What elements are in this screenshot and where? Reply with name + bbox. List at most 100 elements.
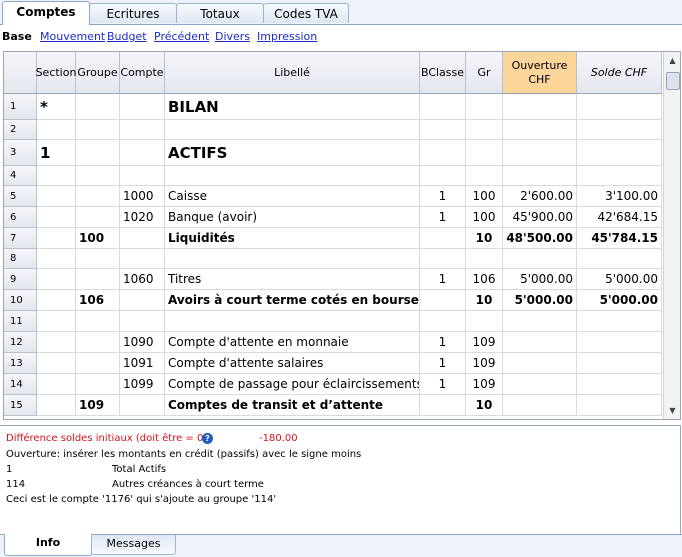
cell-libelle[interactable] [165,166,420,186]
cell-ouverture[interactable] [503,311,577,332]
view-precedent-link[interactable]: Précédent [154,26,209,48]
cell-groupe[interactable]: 100 [76,228,120,249]
column-header-gr[interactable]: Gr [466,52,503,94]
view-budget-link[interactable]: Budget [107,26,147,48]
cell-ouverture[interactable]: 5'000.00 [503,269,577,290]
cell-compte[interactable] [120,94,165,120]
cell-groupe[interactable]: 106 [76,290,120,311]
cell-ouverture[interactable]: 45'900.00 [503,207,577,228]
cell-gr[interactable] [466,94,503,120]
column-header-section[interactable]: Section [36,52,76,94]
cell-gr[interactable] [466,311,503,332]
cell-compte[interactable] [120,311,165,332]
cell-solde[interactable] [577,140,662,166]
cell-section[interactable] [37,353,76,374]
column-header-groupe[interactable]: Groupe [76,52,120,94]
cell-ouverture[interactable] [503,374,577,395]
cell-groupe[interactable] [76,166,120,186]
cell-bclasse[interactable] [420,140,466,166]
cell-compte[interactable] [120,290,165,311]
column-header-compte[interactable]: Compte [120,52,165,94]
column-header-ouverture[interactable]: Ouverture CHF [503,52,577,94]
tab-messages[interactable]: Messages [91,535,176,555]
cell-solde[interactable]: 42'684.15 [577,207,662,228]
cell-solde[interactable] [577,311,662,332]
cell-section[interactable] [37,228,76,249]
cell-compte[interactable] [120,140,165,166]
cell-gr[interactable] [466,140,503,166]
cell-groupe[interactable] [76,249,120,269]
cell-gr[interactable]: 100 [466,207,503,228]
cell-compte[interactable]: 1060 [120,269,165,290]
view-divers-link[interactable]: Divers [215,26,250,48]
cell-ouverture[interactable] [503,395,577,416]
cell-groupe[interactable] [76,94,120,120]
cell-ouverture[interactable] [503,94,577,120]
cell-ouverture[interactable] [503,353,577,374]
cell-section[interactable]: 1 [37,140,76,166]
cell-solde[interactable] [577,120,662,140]
cell-gr[interactable]: 10 [466,395,503,416]
cell-libelle[interactable] [165,120,420,140]
cell-ouverture[interactable] [503,249,577,269]
cell-section[interactable] [37,166,76,186]
cell-ouverture[interactable]: 5'000.00 [503,290,577,311]
cell-bclasse[interactable]: 1 [420,353,466,374]
cell-solde[interactable]: 45'784.15 [577,228,662,249]
cell-solde[interactable] [577,332,662,353]
cell-groupe[interactable] [76,311,120,332]
cell-compte[interactable] [120,120,165,140]
scroll-up-arrow-icon[interactable]: ▲ [664,52,680,69]
scroll-thumb[interactable] [666,72,680,90]
cell-section[interactable] [37,186,76,207]
cell-libelle[interactable]: Liquidités [165,228,420,249]
cell-compte[interactable]: 1020 [120,207,165,228]
tab-info[interactable]: Info [4,534,92,556]
cell-section[interactable] [37,207,76,228]
cell-solde[interactable]: 5'000.00 [577,290,662,311]
tab-ecritures[interactable]: Ecritures [89,3,177,23]
cell-groupe[interactable] [76,353,120,374]
cell-section[interactable] [37,269,76,290]
cell-groupe[interactable] [76,120,120,140]
cell-bclasse[interactable] [420,94,466,120]
cell-compte[interactable] [120,228,165,249]
cell-section[interactable] [37,332,76,353]
column-header-libelle[interactable]: Libellé [165,52,420,94]
cell-ouverture[interactable] [503,332,577,353]
cell-gr[interactable]: 10 [466,228,503,249]
cell-bclasse[interactable]: 1 [420,207,466,228]
cell-groupe[interactable]: 109 [76,395,120,416]
cell-solde[interactable] [577,353,662,374]
cell-compte[interactable]: 1099 [120,374,165,395]
cell-bclasse[interactable] [420,228,466,249]
cell-groupe[interactable] [76,269,120,290]
cell-solde[interactable] [577,395,662,416]
cell-libelle[interactable]: ACTIFS [165,140,420,166]
view-impression-link[interactable]: Impression [257,26,317,48]
cell-ouverture[interactable]: 48'500.00 [503,228,577,249]
cell-bclasse[interactable]: 1 [420,269,466,290]
cell-bclasse[interactable] [420,311,466,332]
cell-groupe[interactable] [76,332,120,353]
cell-bclasse[interactable] [420,249,466,269]
cell-bclasse[interactable] [420,166,466,186]
cell-section[interactable] [37,120,76,140]
cell-bclasse[interactable]: 1 [420,374,466,395]
cell-libelle[interactable]: Compte d'attente salaires [165,353,420,374]
cell-ouverture[interactable] [503,120,577,140]
cell-gr[interactable] [466,120,503,140]
cell-section[interactable] [37,311,76,332]
cell-bclasse[interactable] [420,290,466,311]
cell-groupe[interactable] [76,140,120,166]
cell-compte[interactable]: 1090 [120,332,165,353]
cell-bclasse[interactable] [420,120,466,140]
cell-libelle[interactable]: Banque (avoir) [165,207,420,228]
cell-libelle[interactable]: Compte de passage pour éclaircissements [165,374,420,395]
cell-gr[interactable]: 109 [466,353,503,374]
cell-compte[interactable] [120,166,165,186]
cell-section[interactable] [37,290,76,311]
cell-libelle[interactable]: Caisse [165,186,420,207]
cell-solde[interactable] [577,249,662,269]
tab-comptes[interactable]: Comptes [2,1,90,25]
